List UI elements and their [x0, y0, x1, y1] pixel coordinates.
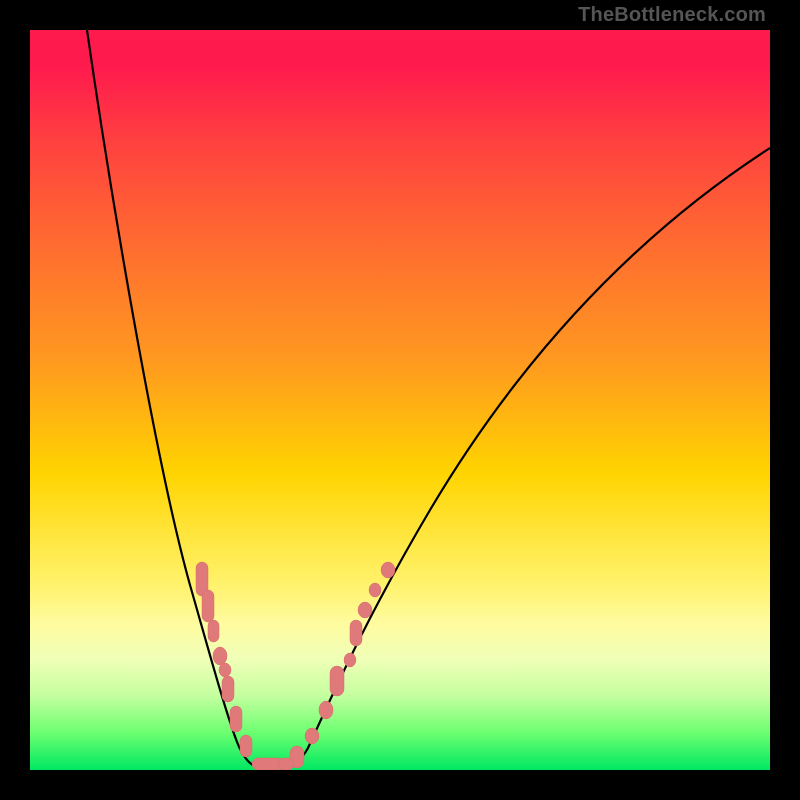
data-marker [350, 620, 362, 646]
data-marker [319, 701, 333, 719]
chart-frame: TheBottleneck.com [0, 0, 800, 800]
data-marker [305, 728, 319, 744]
plot-gradient-area [30, 30, 770, 770]
data-marker [278, 758, 294, 770]
data-marker [369, 583, 381, 597]
data-marker [381, 562, 395, 578]
data-marker [358, 602, 372, 618]
data-marker [202, 590, 214, 622]
data-marker [230, 706, 242, 732]
data-marker [222, 676, 234, 702]
data-marker [240, 735, 252, 757]
data-marker [344, 653, 356, 667]
watermark-text: TheBottleneck.com [578, 4, 766, 27]
curve-right-branch [285, 148, 770, 768]
plot-svg [30, 30, 770, 770]
data-marker [330, 666, 344, 696]
data-marker [208, 620, 219, 642]
curve-left-branch [87, 30, 285, 768]
data-marker [219, 663, 231, 677]
data-marker [213, 647, 227, 665]
markers-layer [196, 562, 395, 770]
